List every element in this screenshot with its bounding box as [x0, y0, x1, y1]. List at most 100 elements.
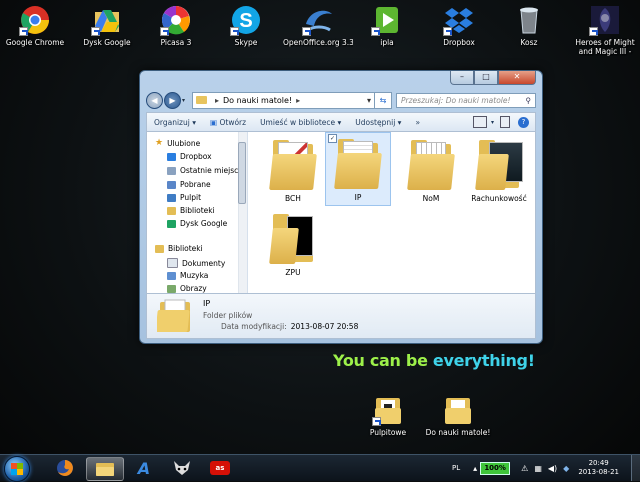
taskbar-app-fox[interactable] — [164, 457, 200, 479]
close-button[interactable]: ✕ — [498, 71, 536, 85]
dropbox-icon — [167, 152, 176, 161]
recent-pages-dropdown[interactable]: ▾ — [182, 97, 190, 104]
desktop-icon-skype[interactable]: S Skype — [211, 4, 281, 47]
preview-pane-icon[interactable] — [500, 116, 510, 128]
nav-item-music[interactable]: Muzyka — [167, 271, 208, 280]
show-desktop-button[interactable] — [631, 455, 640, 481]
folder-icon — [475, 138, 523, 190]
folder-item-zpu[interactable]: ZPU — [261, 208, 325, 277]
help-icon[interactable]: ? — [518, 116, 529, 128]
star-icon: ★ — [155, 138, 164, 148]
change-view-icon[interactable] — [472, 116, 487, 128]
minimize-button[interactable]: – — [450, 71, 474, 85]
nav-item-pictures[interactable]: Obrazy — [167, 284, 207, 293]
folder-item-nom[interactable]: NoM — [399, 134, 463, 203]
desktop-folder-do-nauki[interactable]: Do nauki matole! — [423, 394, 493, 437]
desktop-icon-recycle-bin[interactable]: Kosz — [494, 4, 564, 47]
openoffice-icon — [302, 4, 334, 36]
folder-icon — [269, 212, 317, 264]
downloads-icon — [167, 180, 176, 189]
lastfm-icon: as — [210, 461, 230, 475]
documents-icon — [167, 258, 178, 268]
forward-button[interactable]: ▶ — [164, 91, 181, 109]
folder-icon — [155, 298, 193, 334]
desktop-icon-openoffice[interactable]: OpenOffice.org 3.3 — [283, 4, 353, 47]
google-drive-icon — [91, 4, 123, 36]
desktop-icon-google-drive[interactable]: Dysk Google — [72, 4, 142, 47]
address-dropdown-icon[interactable]: ▾ — [367, 96, 371, 105]
libraries-icon — [155, 244, 164, 253]
battery-indicator[interactable]: 100% — [480, 461, 511, 475]
network-icon[interactable]: ▦ — [534, 464, 542, 473]
taskbar: A as PL ▴ 100% ⚠ ▦ ◀) ◆ 20:49 2013-08-21 — [0, 454, 640, 482]
open-icon: ▣ — [209, 117, 218, 127]
taskbar-lastfm[interactable]: as — [202, 457, 238, 479]
share-button[interactable]: Udostępnij ▾ — [348, 118, 408, 127]
maximize-button[interactable]: □ — [474, 71, 498, 85]
folder-item-bch[interactable]: BCH — [261, 134, 325, 203]
taskbar-app-a[interactable]: A — [126, 457, 162, 479]
folder-icon — [372, 394, 404, 426]
folder-icon — [407, 138, 455, 190]
nav-item-documents[interactable]: Dokumenty — [167, 258, 225, 268]
folder-icon — [269, 138, 317, 190]
desktop-icon-heroes[interactable]: Heroes of Might and Magic III - Złota Ed… — [570, 4, 640, 56]
nav-item-libraries-fav[interactable]: Biblioteki — [167, 206, 215, 215]
svg-text:S: S — [239, 10, 252, 32]
chrome-icon — [19, 4, 51, 36]
address-bar[interactable]: ▸ Do nauki matole! ▸ ▾ — [192, 91, 375, 109]
folder-item-rachunkowosc[interactable]: Rachunkowość — [467, 134, 531, 203]
taskbar-firefox[interactable] — [47, 457, 83, 479]
library-icon — [167, 206, 176, 215]
music-icon — [167, 271, 176, 280]
window-caption-buttons: – □ ✕ — [450, 71, 536, 85]
desktop-folder-pulpitowe[interactable]: Pulpitowe — [353, 394, 423, 437]
folder-item-ip[interactable]: ✓ IP — [325, 132, 391, 206]
ipla-icon — [371, 4, 403, 36]
nav-scrollbar[interactable] — [238, 132, 247, 293]
nav-item-downloads[interactable]: Pobrane — [167, 180, 211, 189]
folder-icon — [442, 394, 474, 426]
address-folder[interactable]: Do nauki matole! — [223, 96, 292, 105]
recent-places-icon — [167, 166, 176, 175]
language-indicator[interactable]: PL — [452, 464, 460, 472]
refresh-button[interactable]: ⇆ — [375, 91, 392, 109]
nav-libraries[interactable]: Biblioteki — [155, 244, 203, 253]
nav-item-desktop[interactable]: Pulpit — [167, 193, 201, 202]
nav-item-recent-places[interactable]: Ostatnie miejsca — [167, 166, 243, 175]
search-icon: ⚲ — [525, 95, 532, 105]
app-a-icon: A — [137, 458, 151, 478]
folder-icon — [196, 96, 207, 104]
nav-item-dropbox[interactable]: Dropbox — [167, 152, 212, 161]
desktop-icon-picasa[interactable]: Picasa 3 — [141, 4, 211, 47]
tray-expand-icon[interactable]: ▴ — [473, 464, 477, 473]
desktop-icon-dropbox[interactable]: Dropbox — [424, 4, 494, 47]
command-bar: Organizuj ▾ ▣ Otwórz Umieść w bibliotece… — [146, 112, 536, 132]
file-list: BCH ✓ IP NoM Rachunkowość ZPU — [253, 132, 535, 293]
folder-icon — [96, 463, 114, 476]
clock[interactable]: 20:49 2013-08-21 — [578, 459, 619, 477]
taskbar-explorer[interactable] — [86, 457, 124, 481]
desktop-icon-ipla[interactable]: ipla — [352, 4, 422, 47]
system-tray: PL ▴ 100% ⚠ ▦ ◀) ◆ 20:49 2013-08-21 — [452, 455, 640, 481]
organize-button[interactable]: Organizuj ▾ — [147, 118, 203, 127]
picasa-icon — [160, 4, 192, 36]
nav-scrollbar-thumb[interactable] — [238, 142, 246, 204]
include-in-library-button[interactable]: Umieść w bibliotece ▾ — [253, 118, 348, 127]
start-button[interactable] — [4, 456, 30, 482]
desktop-icon-chrome[interactable]: Google Chrome — [0, 4, 70, 47]
dropbox-tray-icon[interactable]: ◆ — [563, 464, 569, 473]
search-input[interactable]: Przeszukaj: Do nauki matole! ⚲ — [396, 92, 536, 108]
open-button[interactable]: ▣ Otwórz — [203, 118, 253, 127]
view-dropdown-icon[interactable]: ▾ — [491, 119, 494, 126]
warning-flag-icon[interactable]: ⚠ — [521, 464, 528, 473]
google-drive-icon — [167, 219, 176, 228]
nav-favorites[interactable]: ★ Ulubione — [155, 138, 200, 148]
nav-item-google-drive[interactable]: Dysk Google — [167, 219, 227, 228]
volume-icon[interactable]: ◀) — [548, 464, 557, 473]
more-commands-button[interactable]: » — [408, 118, 427, 127]
skype-icon: S — [230, 4, 262, 36]
back-button[interactable]: ◀ — [146, 91, 163, 109]
dropbox-icon — [443, 4, 475, 36]
explorer-window[interactable]: – □ ✕ ◀ ▶ ▾ ▸ Do nauki matole! ▸ ▾ ⇆ Prz… — [139, 70, 543, 344]
